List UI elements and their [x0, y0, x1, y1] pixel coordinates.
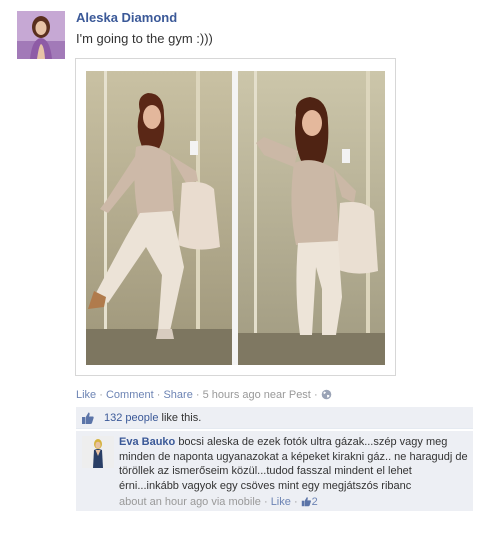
separator: ·: [293, 496, 298, 508]
comment-like-link[interactable]: Like: [271, 496, 291, 508]
post-status-text: I'm going to the gym :))): [76, 31, 213, 46]
commenter-name[interactable]: Eva Bauko: [119, 436, 175, 448]
thumbs-up-icon: [81, 411, 95, 425]
commenter-avatar[interactable]: [82, 436, 114, 468]
separator: ·: [263, 496, 268, 508]
separator: ·: [313, 389, 318, 401]
elevator-selfie-left: [86, 71, 232, 365]
comment-body: Eva Bauko bocsi aleska de ezek fotók ult…: [119, 435, 469, 493]
post-photo[interactable]: [75, 58, 396, 376]
comment-meta: about an hour ago via mobile · Like · 2: [119, 496, 318, 510]
photo-collage: [86, 71, 385, 365]
separator: ·: [195, 389, 200, 401]
post-author-name[interactable]: Aleska Diamond: [76, 10, 177, 25]
likes-summary: 132 people like this.: [76, 407, 473, 429]
likes-suffix: like this.: [158, 412, 202, 424]
separator: ·: [156, 389, 161, 401]
likes-count-link[interactable]: 132 people: [104, 412, 158, 424]
photo-panel-right: [238, 71, 385, 365]
globe-icon: [321, 389, 332, 403]
author-avatar[interactable]: [17, 11, 65, 59]
comment-like-count-value: 2: [311, 496, 318, 508]
comment-timestamp[interactable]: about an hour ago via mobile: [119, 496, 261, 508]
commenter-avatar-photo: [82, 436, 114, 468]
post-timestamp[interactable]: 5 hours ago near Pest: [203, 389, 311, 401]
like-link[interactable]: Like: [76, 389, 96, 401]
comment-link[interactable]: Comment: [106, 389, 154, 401]
photo-panel-left: [86, 71, 232, 365]
likes-text: 132 people like this.: [104, 412, 201, 424]
elevator-selfie-right: [238, 71, 385, 365]
share-link[interactable]: Share: [163, 389, 192, 401]
thumbs-up-icon: [301, 496, 312, 510]
post-actions: Like · Comment · Share · 5 hours ago nea…: [76, 389, 332, 403]
author-avatar-photo: [17, 11, 65, 59]
comment: Eva Bauko bocsi aleska de ezek fotók ult…: [76, 431, 473, 511]
separator: ·: [99, 389, 103, 401]
comment-like-count[interactable]: 2: [301, 496, 318, 508]
